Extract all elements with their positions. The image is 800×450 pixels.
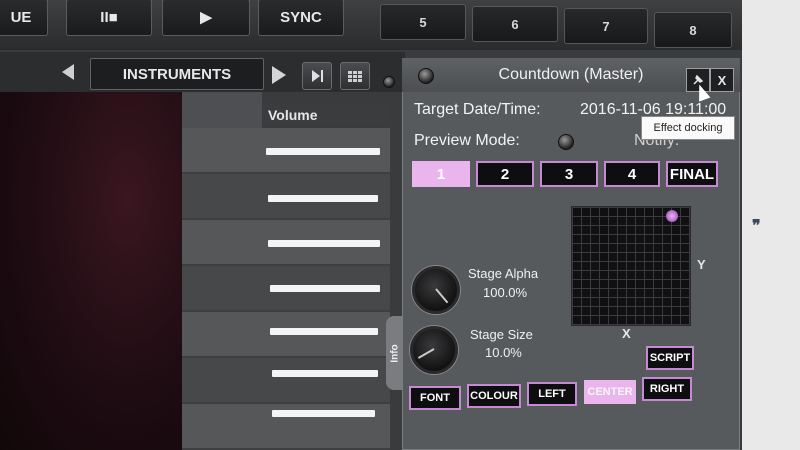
stage-button-2[interactable]: 2 (476, 161, 534, 187)
align-left-button[interactable]: LEFT (527, 382, 577, 406)
status-led-icon (383, 76, 395, 88)
volume-column-header: Volume (262, 104, 390, 126)
hotcue-6[interactable]: 6 (472, 6, 558, 42)
close-button[interactable]: X (710, 68, 734, 92)
colour-button[interactable]: COLOUR (467, 384, 521, 408)
preview-mode-toggle[interactable] (558, 134, 574, 150)
y-axis-label: Y (697, 257, 706, 272)
align-center-button[interactable]: CENTER (584, 380, 636, 404)
effect-docking-tooltip: Effect docking (641, 116, 735, 140)
position-handle[interactable] (666, 210, 678, 222)
sync-button[interactable]: SYNC (258, 0, 344, 36)
volume-slider[interactable] (272, 370, 378, 377)
target-datetime-label: Target Date/Time: (414, 101, 541, 118)
transport-bar: UE II■ ▶ SYNC 5 6 7 8 (0, 0, 800, 50)
instruments-selector[interactable]: INSTRUMENTS (90, 58, 264, 90)
play-button[interactable]: ▶ (162, 0, 250, 36)
stage-size-label: Stage Size (470, 327, 533, 342)
stage-button-3[interactable]: 3 (540, 161, 598, 187)
video-preview (0, 92, 182, 450)
monitor-bezel (742, 0, 800, 450)
font-button[interactable]: FONT (409, 386, 461, 410)
previous-arrow-icon[interactable] (62, 64, 74, 80)
volume-slider[interactable] (270, 285, 380, 292)
volume-slider[interactable] (268, 240, 380, 247)
script-button[interactable]: SCRIPT (646, 346, 694, 370)
stage-size-value: 10.0% (485, 345, 522, 360)
quote-icon: ❞ (752, 218, 761, 235)
volume-slider[interactable] (272, 410, 375, 417)
instrument-row[interactable] (182, 358, 390, 404)
hotcue-5[interactable]: 5 (380, 4, 466, 40)
stage-alpha-value: 100.0% (483, 285, 528, 300)
panel-led-icon (418, 68, 434, 84)
stage-size-knob[interactable] (410, 326, 458, 374)
skip-end-icon[interactable] (302, 62, 332, 90)
volume-slider[interactable] (270, 328, 378, 335)
cue-button[interactable]: UE (0, 0, 48, 36)
preview-mode-label: Preview Mode: (414, 132, 520, 149)
hotcue-8[interactable]: 8 (654, 12, 732, 48)
hotcue-7[interactable]: 7 (564, 8, 648, 44)
stage-alpha-knob[interactable] (412, 266, 460, 314)
x-axis-label: X (622, 326, 631, 341)
stage-alpha-label: Stage Alpha (468, 266, 539, 281)
align-right-button[interactable]: RIGHT (642, 377, 692, 401)
volume-slider[interactable] (266, 148, 380, 155)
stage-button-final[interactable]: FINAL (666, 161, 718, 187)
play-pause-button[interactable]: II■ (66, 0, 152, 36)
instrument-row[interactable] (182, 312, 390, 358)
volume-slider[interactable] (268, 195, 378, 202)
next-arrow-icon[interactable] (272, 66, 286, 84)
info-tab-label: Info (389, 343, 401, 363)
stage-button-1[interactable]: 1 (412, 161, 470, 187)
stage-button-4[interactable]: 4 (604, 161, 660, 187)
grid-view-icon[interactable] (340, 62, 370, 90)
xy-position-pad[interactable] (571, 206, 691, 326)
